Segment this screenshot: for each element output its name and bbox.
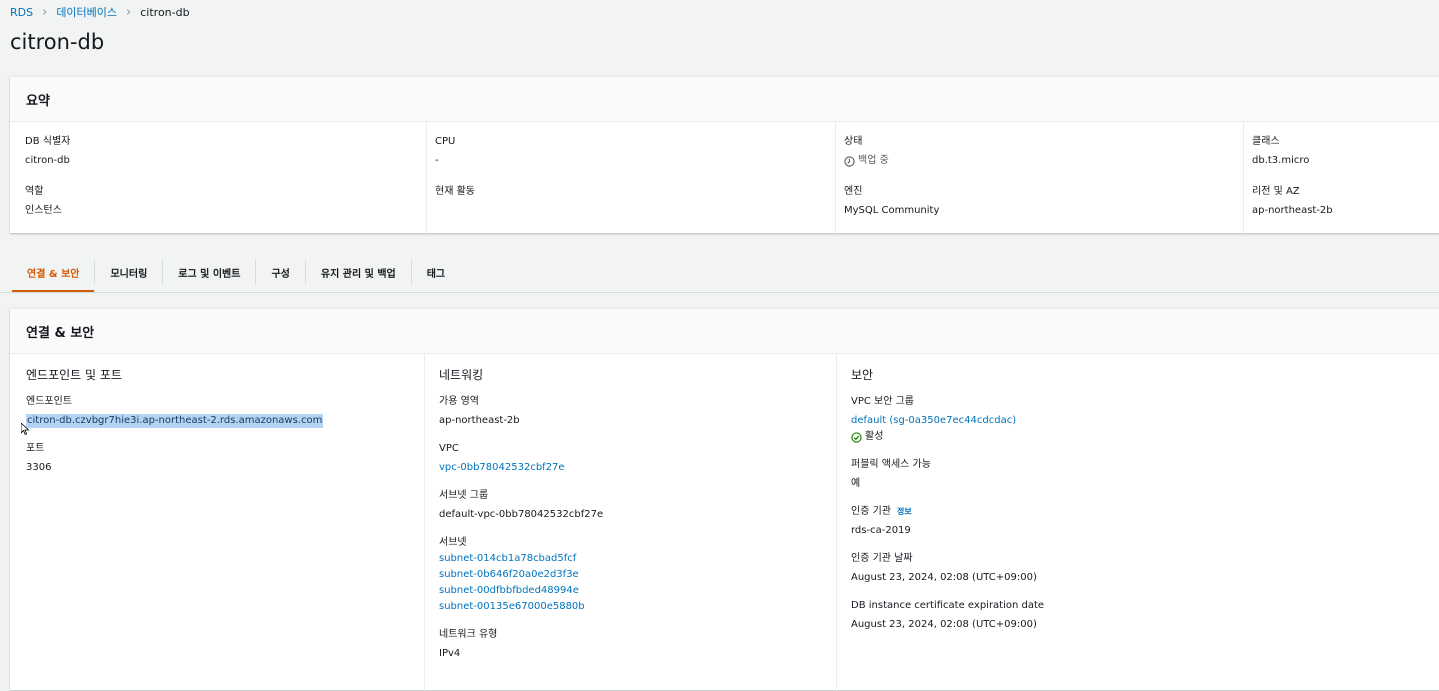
cert-expiration-label: DB instance certificate expiration date [851, 600, 1045, 611]
chevron-right-icon: › [42, 4, 48, 20]
breadcrumb-databases[interactable]: 데이터베이스 [56, 4, 117, 20]
security-group-status: 활성 [851, 430, 1439, 444]
endpoint-label: 엔드포인트 [26, 396, 72, 407]
endpoint-column: 엔드포인트 및 포트 엔드포인트 citron-db.czvbgr7hie3i.… [10, 354, 424, 691]
class-label: 클래스 [1252, 136, 1280, 147]
page-title: citron-db [10, 30, 105, 54]
summary-col-cpu: CPU - 현재 활동 [426, 122, 835, 234]
cpu-label: CPU [435, 136, 456, 147]
summary-col-status: 상태 백업 중 엔진 MySQL Community [835, 122, 1243, 234]
subnet-link[interactable]: subnet-00dfbbfbded48994e [439, 584, 836, 598]
region-az-label: 리전 및 AZ [1252, 186, 1300, 197]
tab-monitoring[interactable]: 모니터링 [95, 252, 162, 292]
engine-label: 엔진 [844, 186, 863, 197]
status-text: 백업 중 [858, 155, 889, 166]
role-value: 인스턴스 [25, 205, 62, 216]
ca-date-value: August 23, 2024, 02:08 (UTC+09:00) [851, 572, 1037, 583]
tab-logs-events[interactable]: 로그 및 이벤트 [163, 252, 255, 292]
tab-configuration[interactable]: 구성 [256, 252, 304, 292]
vpc-security-group-label: VPC 보안 그룹 [851, 396, 915, 407]
chevron-right-icon: › [126, 4, 132, 20]
breadcrumb-current: citron-db [140, 5, 190, 19]
region-az-value: ap-northeast-2b [1252, 205, 1333, 216]
public-access-label: 퍼블릭 액세스 가능 [851, 459, 931, 470]
summary-col-identifier: DB 식별자 citron-db 역할 인스턴스 [10, 122, 426, 234]
cert-expiration-value: August 23, 2024, 02:08 (UTC+09:00) [851, 619, 1037, 630]
endpoint-section-title: 엔드포인트 및 포트 [26, 368, 122, 382]
tab-maintenance-backups[interactable]: 유지 관리 및 백업 [306, 252, 411, 292]
subnet-link[interactable]: subnet-0b646f20a0e2d3f3e [439, 568, 836, 582]
network-type-value: IPv4 [439, 648, 461, 659]
breadcrumb-rds[interactable]: RDS [10, 6, 33, 19]
db-identifier-label: DB 식별자 [25, 136, 71, 147]
current-activity-value [435, 204, 835, 218]
status-value: 백업 중 [844, 154, 1243, 168]
breadcrumb: RDS › 데이터베이스 › citron-db [10, 4, 190, 20]
summary-header: 요약 [10, 77, 1439, 122]
security-group-link[interactable]: default (sg-0a350e7ec44cdcdac) [851, 414, 1439, 428]
endpoint-value[interactable]: citron-db.czvbgr7hie3i.ap-northeast-2.rd… [26, 414, 324, 428]
tab-tags[interactable]: 태그 [412, 252, 460, 292]
tabs-divider-line [0, 292, 1439, 293]
public-access-value: 예 [851, 478, 861, 489]
subnet-link[interactable]: subnet-014cb1a78cbad5fcf [439, 552, 836, 566]
certificate-authority-label-text: 인증 기관 [851, 506, 891, 517]
connectivity-grid: 엔드포인트 및 포트 엔드포인트 citron-db.czvbgr7hie3i.… [10, 354, 1439, 691]
current-activity-label: 현재 활동 [435, 186, 475, 197]
summary-panel: 요약 DB 식별자 citron-db 역할 인스턴스 CPU - 현재 활동 [10, 76, 1439, 234]
vpc-link[interactable]: vpc-0bb78042532cbf27e [439, 461, 836, 475]
tab-connectivity-security[interactable]: 연결 & 보안 [12, 252, 95, 292]
security-column: 보안 VPC 보안 그룹 default (sg-0a350e7ec44cdcd… [836, 354, 1439, 691]
port-value: 3306 [26, 462, 52, 473]
network-type-label: 네트워크 유형 [439, 629, 498, 640]
role-label: 역할 [25, 186, 44, 197]
certificate-authority-value: rds-ca-2019 [851, 525, 911, 536]
cpu-value: - [435, 155, 439, 166]
check-circle-icon [851, 431, 862, 443]
engine-value: MySQL Community [844, 205, 940, 216]
connectivity-header: 연결 & 보안 [10, 309, 1439, 354]
db-identifier-value: citron-db [25, 155, 70, 166]
status-label: 상태 [844, 136, 863, 147]
mouse-cursor-icon [21, 423, 29, 435]
az-value: ap-northeast-2b [439, 415, 520, 426]
detail-tabs: 연결 & 보안 모니터링 로그 및 이벤트 구성 유지 관리 및 백업 태그 [12, 252, 460, 292]
networking-section-title: 네트워킹 [439, 368, 484, 382]
connectivity-panel: 연결 & 보안 엔드포인트 및 포트 엔드포인트 citron-db.czvbg… [10, 308, 1439, 691]
security-section-title: 보안 [851, 368, 874, 382]
subnets-label: 서브넷 [439, 537, 467, 548]
subnet-group-label: 서브넷 그룹 [439, 490, 489, 501]
subnet-group-value: default-vpc-0bb78042532cbf27e [439, 509, 604, 520]
summary-col-class: 클래스 db.t3.micro 리전 및 AZ ap-northeast-2b [1243, 122, 1439, 234]
summary-grid: DB 식별자 citron-db 역할 인스턴스 CPU - 현재 활동 상태 [10, 122, 1439, 234]
class-value: db.t3.micro [1252, 155, 1310, 166]
vpc-label: VPC [439, 443, 459, 454]
ca-date-label: 인증 기관 날짜 [851, 553, 913, 564]
port-label: 포트 [26, 443, 45, 454]
clock-icon [844, 155, 855, 167]
info-link[interactable]: 정보 [897, 507, 912, 516]
az-label: 가용 영역 [439, 396, 479, 407]
networking-column: 네트워킹 가용 영역 ap-northeast-2b VPC vpc-0bb78… [424, 354, 836, 691]
security-group-status-text: 활성 [865, 431, 884, 442]
subnet-link[interactable]: subnet-00135e67000e5880b [439, 600, 836, 614]
certificate-authority-label: 인증 기관 정보 [851, 505, 1439, 519]
